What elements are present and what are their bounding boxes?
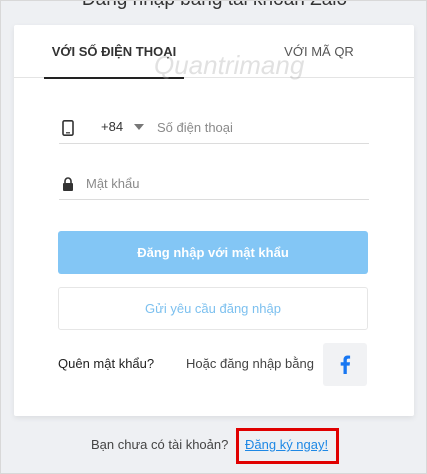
- forgot-password-link[interactable]: Quên mật khẩu?: [58, 356, 154, 371]
- chevron-down-icon[interactable]: [134, 124, 144, 130]
- login-tabs: VỚI SỐ ĐIỆN THOẠI VỚI MÃ QR: [14, 25, 414, 79]
- password-field: [59, 168, 369, 200]
- password-input[interactable]: [86, 172, 356, 194]
- lock-icon: [62, 176, 74, 192]
- facebook-login-button[interactable]: [323, 343, 367, 386]
- tab-phone-number[interactable]: VỚI SỐ ĐIỆN THOẠI: [44, 25, 184, 79]
- signup-link[interactable]: Đăng ký ngay!: [245, 437, 328, 452]
- signup-prompt: Bạn chưa có tài khoản?: [91, 437, 229, 452]
- login-page: Đăng nhập bằng tài khoản Zalo VỚI SỐ ĐIỆ…: [0, 0, 427, 474]
- phone-number-input[interactable]: [157, 116, 357, 138]
- login-card: VỚI SỐ ĐIỆN THOẠI VỚI MÃ QR Quantrimang …: [14, 25, 414, 416]
- country-code-select[interactable]: +84: [101, 119, 123, 134]
- request-login-button[interactable]: Gửi yêu cầu đăng nhập: [58, 287, 368, 330]
- tab-qr-code[interactable]: VỚI MÃ QR: [269, 25, 369, 78]
- facebook-icon: [340, 355, 351, 374]
- or-login-with-label: Hoặc đăng nhập bằng: [186, 356, 314, 371]
- mobile-phone-icon: [62, 120, 74, 136]
- login-with-password-button[interactable]: Đăng nhập với mật khẩu: [58, 231, 368, 274]
- phone-field: +84: [59, 112, 369, 144]
- page-heading: Đăng nhập bằng tài khoản Zalo: [1, 1, 426, 11]
